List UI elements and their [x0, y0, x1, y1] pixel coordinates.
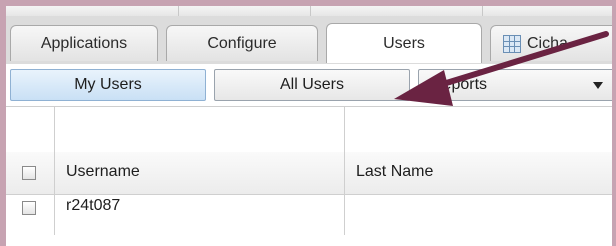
tab-configure[interactable]: Configure — [166, 25, 318, 61]
tab-cicha[interactable]: Cicha — [490, 25, 612, 61]
chevron-down-icon[interactable] — [593, 82, 603, 89]
tab-cicha-label: Cicha — [527, 34, 568, 52]
my-users-button[interactable]: My Users — [10, 69, 206, 101]
reports-label: Reports — [431, 76, 488, 93]
tab-configure-label: Configure — [207, 34, 277, 52]
grid-icon — [503, 34, 521, 53]
reports-dropdown[interactable]: Reports — [418, 69, 612, 101]
window: Applications Configure Users Cicha My Us… — [6, 6, 612, 246]
sub-navigation: My Users All Users Reports — [6, 64, 612, 106]
users-table: Username Last Name r24t087 — [6, 106, 612, 246]
table-row[interactable]: r24t087 — [6, 195, 612, 235]
filter-row — [6, 106, 612, 153]
tab-applications-label: Applications — [40, 34, 128, 52]
tab-users-label: Users — [383, 34, 425, 52]
all-users-button[interactable]: All Users — [214, 69, 410, 101]
select-all-checkbox[interactable] — [22, 166, 36, 180]
all-users-label: All Users — [279, 76, 344, 93]
username-cell[interactable]: r24t087 — [66, 197, 120, 215]
tab-users[interactable]: Users — [326, 23, 482, 63]
column-header-username[interactable]: Username — [66, 163, 140, 181]
my-users-label: My Users — [74, 76, 142, 93]
row-checkbox[interactable] — [22, 201, 36, 215]
table-header: Username Last Name — [6, 152, 612, 195]
column-header-last-name[interactable]: Last Name — [356, 163, 433, 181]
tab-applications[interactable]: Applications — [10, 25, 158, 61]
